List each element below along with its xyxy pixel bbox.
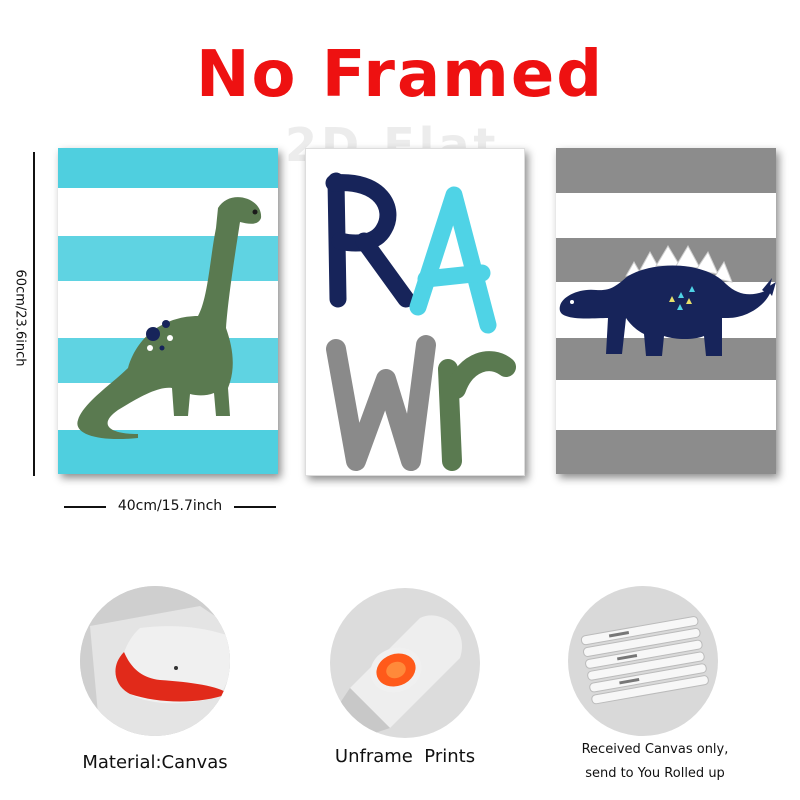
height-dimension-line <box>33 152 35 476</box>
letter-r-upper <box>325 172 415 308</box>
poster-rawr-letters <box>305 148 525 476</box>
letter-w <box>326 335 436 471</box>
rolled-canvases-photo <box>568 586 718 736</box>
width-dimension-label: 40cm/15.7inch <box>117 498 223 514</box>
caption-material: Material:Canvas <box>82 752 228 773</box>
letter-r-lower <box>438 351 516 471</box>
caption-received-line2: send to You Rolled up <box>585 766 725 781</box>
poster-brontosaurus <box>58 148 278 474</box>
height-dimension-label: 60cm/23.6inch <box>12 265 28 371</box>
page-title: No Framed <box>195 38 605 112</box>
caption-unframe: Unframe Prints <box>334 746 476 767</box>
unframed-print-photo <box>330 588 480 738</box>
caption-received-line1: Received Canvas only, <box>581 742 729 757</box>
poster-stegosaurus <box>556 148 776 474</box>
canvas-material-photo <box>80 586 230 736</box>
letter-a <box>409 186 497 334</box>
